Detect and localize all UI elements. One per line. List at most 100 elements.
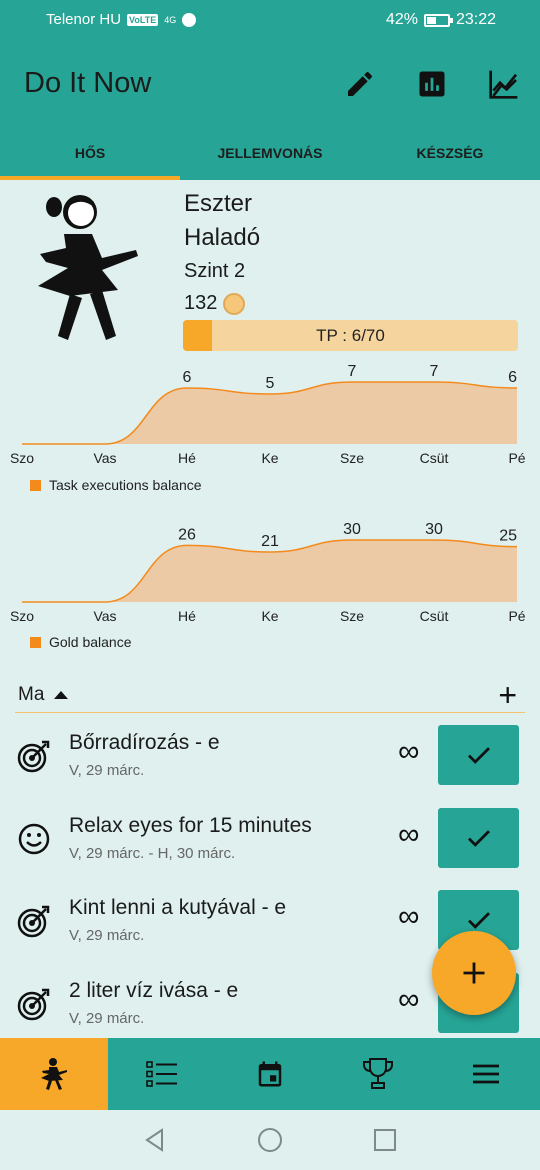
- today-section-header: Ma +: [15, 678, 525, 713]
- data-label: 26: [178, 526, 196, 543]
- sort-up-icon: [54, 691, 69, 699]
- tp-label: TP : 6/70: [316, 326, 385, 345]
- task-item[interactable]: Relax eyes for 15 minutes V, 29 márc. - …: [0, 808, 540, 890]
- target-icon: [17, 987, 51, 1021]
- messenger-icon: [182, 12, 197, 27]
- add-task-fab[interactable]: [432, 931, 516, 1015]
- x-tick-label: Sze: [340, 450, 364, 466]
- hero-icon: [41, 1058, 67, 1090]
- calendar-icon: [258, 1061, 282, 1087]
- infinity-icon: ∞: [398, 735, 420, 768]
- task-title: 2 liter víz ivása - e: [69, 979, 239, 1002]
- hero-rank: Haladó: [184, 224, 261, 251]
- hero-level: Szint 2: [184, 260, 246, 282]
- legend-label: Task executions balance: [49, 477, 202, 493]
- target-icon: [17, 739, 51, 773]
- nav-menu[interactable]: [432, 1038, 540, 1110]
- infinity-icon: ∞: [398, 818, 420, 851]
- complete-task-button[interactable]: [438, 808, 519, 868]
- chart-svg: Szo Vas Hé 6 Ke 5 Sze 7 Csüt 7 Pé 6: [10, 363, 526, 466]
- today-sort-toggle[interactable]: Ma: [18, 684, 69, 706]
- nav-achievements[interactable]: [324, 1038, 432, 1110]
- plus-icon: [463, 962, 485, 984]
- data-label: 25: [499, 528, 517, 545]
- gold-balance-chart: Szo Vas Hé 26 Ke 21 Sze 30 Csüt 30 Pé 25: [0, 508, 540, 628]
- target-icon: [17, 904, 51, 938]
- recents-icon[interactable]: [372, 1127, 398, 1158]
- battery-icon: [423, 13, 453, 27]
- signal-icon: 4G: [164, 14, 177, 25]
- task-date: V, 29 márc.: [69, 1010, 145, 1027]
- gold-amount: 132: [184, 292, 218, 314]
- task-list-icon: [146, 1061, 177, 1087]
- infinity-icon: ∞: [398, 900, 420, 933]
- tab-bar: HŐS JELLEMVONÁS KÉSZSÉG: [0, 130, 540, 180]
- app-title: Do It Now: [24, 67, 152, 99]
- tab-skills[interactable]: KÉSZSÉG: [360, 130, 540, 180]
- volte-badge: VoLTE: [127, 13, 159, 26]
- data-label: 7: [348, 363, 357, 380]
- edit-icon[interactable]: [340, 64, 380, 104]
- data-label: 5: [266, 375, 275, 392]
- complete-task-button[interactable]: [438, 725, 519, 785]
- legend-label: Gold balance: [49, 634, 132, 650]
- nav-hero[interactable]: [0, 1038, 108, 1110]
- bar-chart-icon[interactable]: [412, 64, 452, 104]
- nav-tasks[interactable]: [108, 1038, 216, 1110]
- x-tick-label: Hé: [178, 450, 196, 466]
- x-tick-label: Csüt: [420, 608, 449, 624]
- menu-icon: [473, 1064, 499, 1084]
- task-date: V, 29 márc. - H, 30 márc.: [69, 845, 236, 862]
- x-tick-label: Sze: [340, 608, 364, 624]
- x-tick-label: Szo: [10, 608, 34, 624]
- hero-avatar-icon[interactable]: [30, 190, 145, 345]
- clock: 23:22: [455, 11, 496, 28]
- coin-icon: [223, 292, 246, 315]
- legend-swatch: [30, 479, 41, 491]
- x-tick-label: Csüt: [420, 450, 449, 466]
- legend-swatch: [30, 636, 41, 648]
- x-tick-label: Szo: [10, 450, 34, 466]
- bottom-navigation: [0, 1038, 540, 1110]
- tp-progress-bar: TP : 6/70: [183, 320, 518, 351]
- system-navigation: [0, 1110, 540, 1170]
- x-tick-label: Pé: [508, 608, 525, 624]
- back-icon[interactable]: [142, 1127, 168, 1158]
- chart-svg: Szo Vas Hé 26 Ke 21 Sze 30 Csüt 30 Pé 25: [10, 521, 526, 624]
- carrier-name: Telenor HU: [46, 11, 122, 28]
- hero-gold: 132: [184, 292, 246, 315]
- task-executions-legend: Task executions balance: [30, 477, 202, 493]
- plus-icon[interactable]: +: [498, 679, 517, 711]
- app-bar: Do It Now: [0, 40, 540, 130]
- task-title: Kint lenni a kutyával - e: [69, 896, 287, 919]
- status-bar: Telenor HU VoLTE 4G 42% 23:22: [0, 0, 540, 40]
- data-label: 6: [508, 369, 517, 386]
- task-executions-chart: Szo Vas Hé 6 Ke 5 Sze 7 Csüt 7 Pé 6: [0, 350, 540, 470]
- data-label: 7: [430, 363, 439, 380]
- home-icon[interactable]: [257, 1127, 283, 1158]
- trophy-icon: [363, 1058, 393, 1089]
- task-date: V, 29 márc.: [69, 762, 145, 779]
- task-title: Relax eyes for 15 minutes: [69, 814, 312, 837]
- tab-traits[interactable]: JELLEMVONÁS: [180, 130, 360, 180]
- tab-hero[interactable]: HŐS: [0, 130, 180, 180]
- task-title: Bőrradírozás - e: [69, 731, 220, 754]
- x-tick-label: Vas: [93, 608, 116, 624]
- data-label: 21: [261, 533, 279, 550]
- data-label: 30: [425, 521, 443, 538]
- today-label: Ma: [18, 684, 45, 705]
- gold-balance-legend: Gold balance: [30, 634, 132, 650]
- x-tick-label: Hé: [178, 608, 196, 624]
- data-label: 30: [343, 521, 361, 538]
- task-item[interactable]: Bőrradírozás - e V, 29 márc. ∞: [0, 725, 540, 807]
- line-chart-icon[interactable]: [484, 64, 524, 104]
- x-tick-label: Pé: [508, 450, 525, 466]
- infinity-icon: ∞: [398, 983, 420, 1016]
- battery-percent: 42%: [385, 11, 418, 28]
- x-tick-label: Ke: [261, 450, 278, 466]
- task-date: V, 29 márc.: [69, 927, 145, 944]
- x-tick-label: Vas: [93, 450, 116, 466]
- x-tick-label: Ke: [261, 608, 278, 624]
- nav-calendar[interactable]: [216, 1038, 324, 1110]
- data-label: 6: [183, 369, 192, 386]
